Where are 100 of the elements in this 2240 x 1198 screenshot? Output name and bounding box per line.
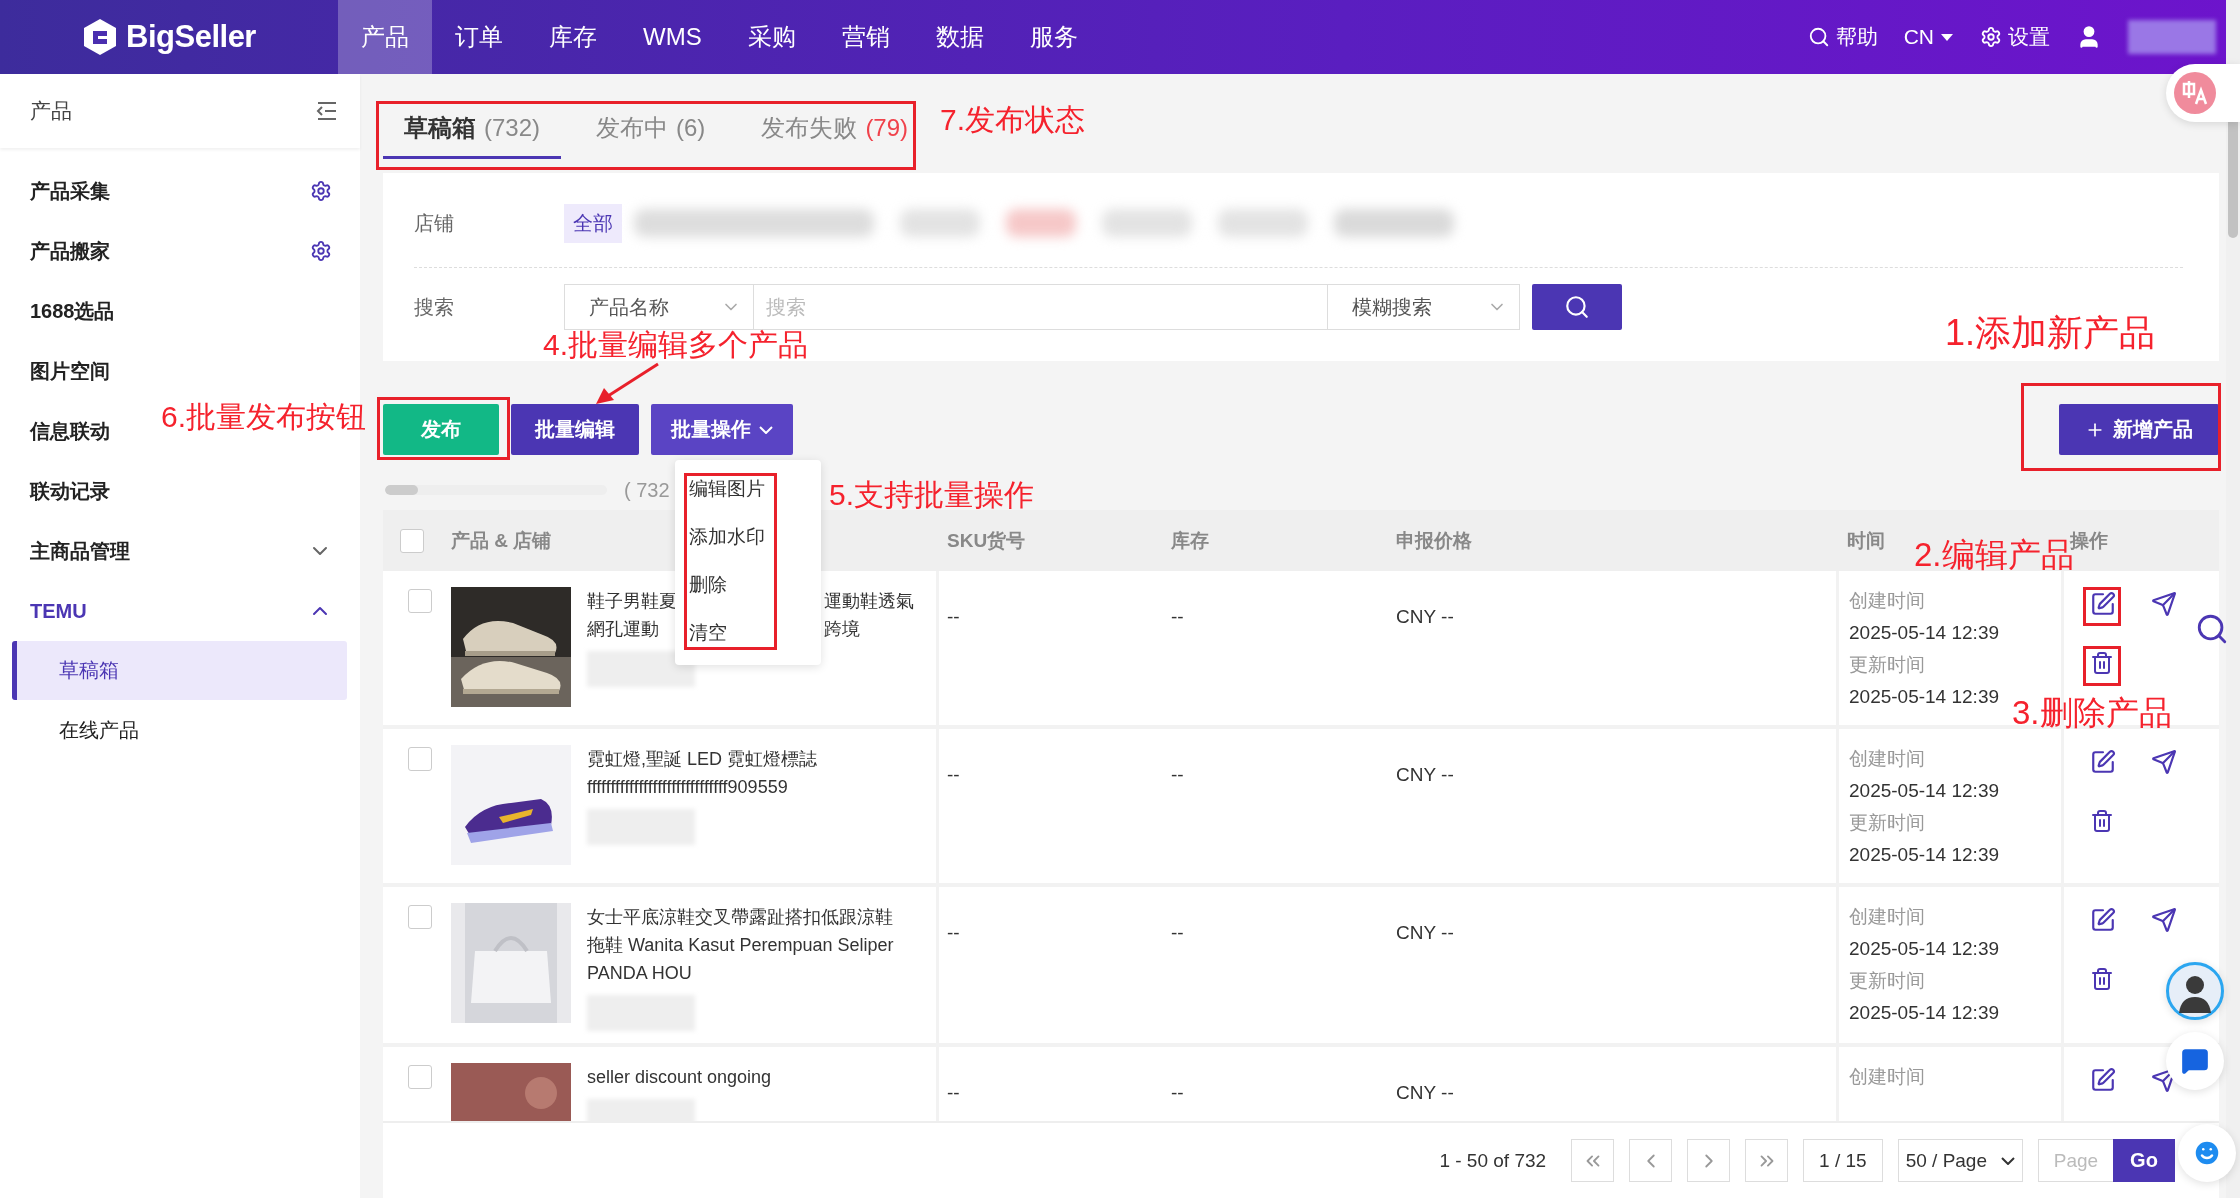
- sidebar-subitem[interactable]: 草稿箱: [12, 641, 347, 700]
- column-header: 时间: [1846, 528, 1885, 553]
- search-field[interactable]: 搜索: [754, 284, 1327, 331]
- collapse-icon[interactable]: [316, 101, 338, 121]
- row-checkbox[interactable]: [408, 1065, 432, 1089]
- table-cell-text: --: [1171, 921, 1184, 945]
- edit-icon[interactable]: [2090, 749, 2116, 775]
- column-header: 申报价格: [1395, 528, 1472, 553]
- store-label: 店铺: [414, 210, 455, 236]
- sidebar-item[interactable]: 产品采集: [30, 177, 110, 205]
- edit-icon[interactable]: [2090, 591, 2116, 617]
- send-icon[interactable]: [2151, 907, 2177, 933]
- gear-icon: [1980, 26, 2002, 48]
- delete-icon[interactable]: [2090, 967, 2114, 991]
- gear-icon[interactable]: [310, 180, 332, 202]
- table-cell-text: --: [947, 1081, 960, 1105]
- language-selector[interactable]: CN: [1903, 25, 1954, 49]
- delete-icon[interactable]: [2090, 809, 2114, 833]
- time-value: 2025-05-14 12:39: [1849, 843, 1999, 867]
- time-label: 创建时间: [1849, 747, 1925, 771]
- sidebar-title: 产品: [30, 98, 72, 124]
- go-button[interactable]: Go: [2113, 1139, 2175, 1182]
- chevron-down-icon: [759, 425, 773, 434]
- product-title: ffffffffffffffffffffffffffffff909559: [587, 777, 788, 797]
- translate-button[interactable]: [2166, 64, 2240, 122]
- menu-item[interactable]: 添加水印: [675, 513, 821, 561]
- help-link[interactable]: 帮助: [1807, 23, 1878, 51]
- page-size-select[interactable]: 50 / Page: [1897, 1139, 2023, 1182]
- sidebar-item[interactable]: 信息联动: [30, 417, 110, 445]
- product-title: 女士平底涼鞋交叉帶露趾搭扣低跟涼鞋: [587, 907, 893, 927]
- nav-tab[interactable]: 营销: [818, 0, 913, 74]
- row-checkbox[interactable]: [408, 747, 432, 771]
- table-cell-text: CNY --: [1396, 605, 1454, 629]
- annotation-label: 3.删除产品: [2012, 694, 2172, 732]
- search-icon[interactable]: [2195, 612, 2229, 646]
- search-icon: [1564, 294, 1590, 321]
- select-all-checkbox[interactable]: [400, 528, 424, 553]
- nav-tab[interactable]: 库存: [526, 0, 620, 74]
- time-label: 创建时间: [1849, 589, 1925, 613]
- product-title: PANDA HOU: [587, 963, 692, 983]
- chevron-down-icon: [2001, 1156, 2015, 1165]
- status-tab[interactable]: 草稿箱 (732): [383, 100, 562, 160]
- annotation-label: 1.添加新产品: [1945, 312, 2156, 354]
- edit-icon[interactable]: [2090, 907, 2116, 933]
- caret-icon: [1940, 32, 1954, 42]
- translate-icon: [2174, 72, 2216, 114]
- sidebar-item[interactable]: 主商品管理: [30, 537, 130, 565]
- sidebar-item[interactable]: TEMU: [30, 599, 87, 623]
- nav-tab[interactable]: 数据: [912, 0, 1007, 74]
- row-checkbox[interactable]: [408, 589, 432, 613]
- logo-text: BigSeller: [126, 19, 256, 55]
- time-value: 2025-05-14 12:39: [1849, 779, 1999, 803]
- sidebar-item[interactable]: 联动记录: [30, 477, 110, 505]
- mode-select[interactable]: 模糊搜索: [1327, 284, 1520, 331]
- annotation-label: 6.批量发布按钮: [161, 400, 367, 435]
- gear-icon[interactable]: [310, 240, 332, 262]
- field-select[interactable]: 产品名称: [564, 284, 754, 331]
- time-label: 创建时间: [1849, 1065, 1925, 1089]
- nav-tab[interactable]: 服务: [1006, 0, 1101, 74]
- logo-icon: [82, 17, 119, 57]
- edit-icon[interactable]: [2090, 1067, 2116, 1093]
- table-cell-text: --: [1171, 605, 1184, 629]
- highlight-frame: [2083, 646, 2121, 686]
- settings-link[interactable]: 设置: [1980, 23, 2050, 51]
- sidebar-item[interactable]: 1688选品: [30, 297, 115, 325]
- sidebar-subitem[interactable]: 在线产品: [12, 701, 347, 760]
- column-header: 产品 & 店铺: [450, 528, 552, 553]
- product-title: 拖鞋 Wanita Kasut Perempuan Seliper: [587, 935, 894, 955]
- nav-tab[interactable]: 订单: [432, 0, 526, 74]
- product-title: 鞋子男鞋夏: [587, 590, 677, 613]
- time-label: 更新时间: [1849, 653, 1925, 677]
- menu-item[interactable]: 删除: [675, 561, 821, 609]
- nav-tab[interactable]: 采购: [724, 0, 819, 74]
- table-cell-text: CNY --: [1396, 763, 1454, 787]
- send-icon[interactable]: [2151, 591, 2177, 617]
- progress-count: ( 732: [624, 478, 670, 502]
- batch-actions-button[interactable]: 批量操作: [651, 404, 793, 456]
- sidebar-item[interactable]: 产品搬家: [30, 237, 110, 265]
- table-cell-text: --: [947, 921, 960, 945]
- row-checkbox[interactable]: [408, 905, 432, 929]
- highlight-frame: [2083, 587, 2121, 626]
- search-icon: [1807, 26, 1830, 48]
- store-chip[interactable]: 全部: [564, 203, 622, 243]
- nav-tab[interactable]: WMS: [620, 0, 725, 74]
- annotation-label: 4.批量编辑多个产品: [543, 328, 809, 363]
- table-cell-text: --: [947, 605, 960, 629]
- add-product-button[interactable]: 新增产品: [2059, 404, 2219, 456]
- sidebar-item[interactable]: 图片空间: [30, 357, 110, 385]
- page-input[interactable]: Page: [2038, 1139, 2113, 1182]
- search-button[interactable]: [1532, 284, 1622, 331]
- send-icon[interactable]: [2151, 749, 2177, 775]
- delete-icon[interactable]: [2090, 651, 2114, 675]
- batch-edit-button[interactable]: 批量编辑: [511, 404, 639, 456]
- nav-tab[interactable]: 产品: [338, 0, 432, 74]
- column-header: 库存: [1170, 528, 1209, 553]
- column-header: SKU货号: [946, 528, 1026, 553]
- time-label: 创建时间: [1849, 905, 1925, 929]
- product-title: 網孔運動: [587, 618, 659, 641]
- menu-item[interactable]: 清空: [675, 609, 821, 657]
- menu-item[interactable]: 编辑图片: [675, 465, 821, 513]
